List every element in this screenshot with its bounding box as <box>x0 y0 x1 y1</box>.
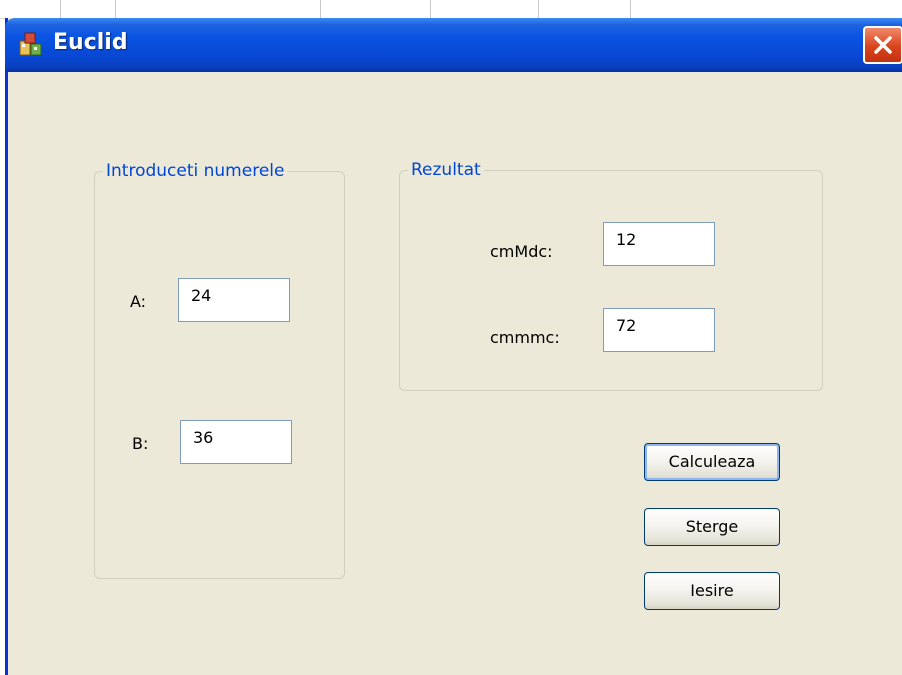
b-input[interactable]: 36 <box>180 420 292 464</box>
gcd-output[interactable]: 12 <box>603 222 715 266</box>
close-icon <box>874 36 892 54</box>
input-numbers-group: Introduceti numerele <box>94 160 345 579</box>
background-window-strip <box>0 0 902 19</box>
app-icon <box>19 32 43 56</box>
lcm-label: cmmmc: <box>490 328 560 347</box>
lcm-output[interactable]: 72 <box>603 308 715 352</box>
close-button[interactable] <box>863 26 902 64</box>
strip-divider <box>538 0 539 18</box>
input-group-title: Introduceti numerele <box>103 160 288 182</box>
window-title: Euclid <box>53 30 128 55</box>
gcd-label: cmMdc: <box>490 242 553 261</box>
result-group: Rezultat <box>399 159 823 391</box>
strip-divider <box>630 0 631 18</box>
title-bar[interactable]: Euclid <box>5 18 902 72</box>
strip-divider <box>320 0 321 18</box>
a-label: A: <box>130 292 147 311</box>
result-group-title: Rezultat <box>408 159 484 181</box>
calculate-button[interactable]: Calculeaza <box>644 443 780 481</box>
clear-button[interactable]: Sterge <box>644 508 780 546</box>
a-input[interactable]: 24 <box>178 278 290 322</box>
euclid-window: Euclid Introduceti numerele A: 24 B: 36 … <box>5 18 902 675</box>
b-label: B: <box>132 434 149 453</box>
strip-divider <box>115 0 116 18</box>
strip-divider <box>60 0 61 18</box>
strip-divider <box>430 0 431 18</box>
exit-button[interactable]: Iesire <box>644 572 780 610</box>
